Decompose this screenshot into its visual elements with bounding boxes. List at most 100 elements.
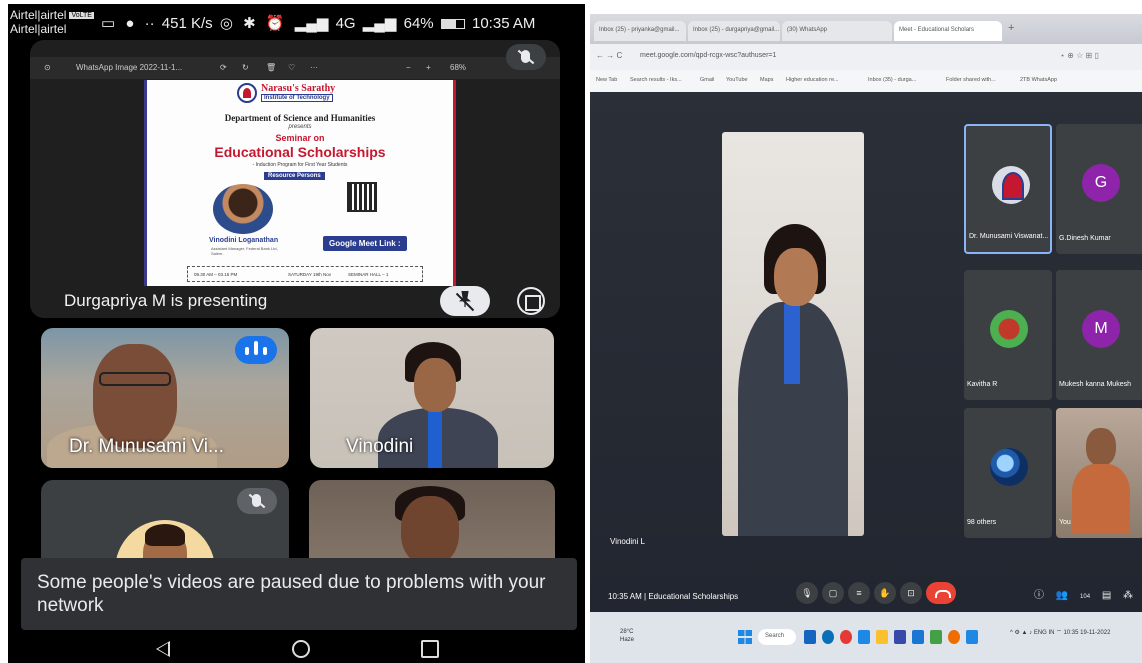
fullscreen-button[interactable] [517,287,545,315]
more-notifications-icon: ·· [144,15,155,32]
poster-department: Department of Science and Humanities [224,113,376,123]
screen-share-view[interactable]: ⊙ WhatsApp Image 2022-11-1... ⟳ ↻ 🗑 ♡ ··… [30,40,560,318]
participant-tile-mukesh[interactable]: M Mukesh kanna Mukesh [1056,270,1142,400]
carrier-line-2: Airtel|airtel [10,22,67,36]
mic-icon[interactable]: 🎙 [796,582,818,604]
poster-institution-sub: Institute of Technology [261,94,333,102]
video-person-face [774,248,818,306]
app-icon[interactable] [930,630,942,644]
carrier-name: Airtel|airtel [10,8,67,22]
teams-icon[interactable] [966,630,978,644]
bookmark-item[interactable]: Folder shared with... [946,77,996,83]
poster-seminar-on: Seminar on [275,133,325,143]
chrome-profile-icon[interactable] [948,630,960,644]
browser-tab-active[interactable]: Meet - Educational Scholars [894,21,1002,41]
people-icon[interactable]: 👥 [1056,590,1068,601]
store-icon[interactable] [858,630,870,644]
url-text: meet.google.com/qpd-rcgx-wsc?authuser=1 [640,52,777,59]
speaker-photo [213,184,273,234]
bookmark-item[interactable]: Gmail [700,77,714,83]
seminar-poster: Narasu's Sarathy Institute of Technology… [144,80,456,302]
more-icon: ··· [310,63,318,72]
bookmark-item[interactable]: Search results - Iks... [630,77,682,83]
folder-icon[interactable] [876,630,888,644]
signal-icon-2: ▂▄▆ [362,15,397,32]
meeting-info: 10:35 AM | Educational Scholarships [608,592,739,601]
participant-tile-kavitha[interactable]: Kavitha R [964,270,1052,400]
video-person-lanyard [784,304,800,384]
participant-tile-self[interactable]: You [1056,408,1142,538]
screenshot-canvas: Airtel|airtel VoLTE Airtel|airtel ▭ ● ·· … [0,0,1142,663]
browser-action-icons[interactable]: ⋆ ⊕ ☆ ⊞ ▯ [1060,51,1099,60]
participant-tile-dinesh[interactable]: G G.Dinesh Kumar [1056,124,1142,254]
poster-resource-persons: Resource Persons [264,172,325,180]
taskbar-clock[interactable]: 10:35 [1063,630,1078,636]
word-icon[interactable] [894,630,906,644]
poster-institution: Narasu's Sarathy [261,83,336,94]
weather-desc: Haze [620,637,635,643]
tray-icons[interactable]: ^ ⚙ ▲ ♪ [1010,630,1034,636]
nav-arrows-icon[interactable]: ← → C [596,51,622,60]
chat-icon[interactable]: ▤ [1102,590,1111,601]
bookmark-item[interactable]: Maps [760,77,773,83]
back-icon[interactable] [156,641,170,657]
message-icon: ▭ [101,15,116,32]
college-logo-avatar [992,166,1030,204]
bookmark-item[interactable]: YouTube [726,77,748,83]
app-notification-icon: ● [125,15,135,32]
participant-tile-munusami[interactable]: Dr. Munusami Vi... [41,328,289,468]
laptop-meet-photo: Inbox (25) - priyanka@gmail... Inbox (25… [590,14,1142,663]
captions-icon[interactable]: ≡ [848,582,870,604]
participant-tile-munusami[interactable]: Dr. Munusami Viswanat... [964,124,1052,254]
windows-start-icon[interactable] [738,630,752,644]
college-logo-icon [237,83,257,103]
avatar: M [1082,310,1120,348]
participant-name: 98 others [967,519,997,526]
edge-icon[interactable] [822,630,834,644]
activities-icon[interactable]: ⁂ [1123,590,1133,601]
leave-call-button[interactable] [926,582,956,604]
mail-icon[interactable] [912,630,924,644]
browser-tab[interactable]: Inbox (25) - durgapriya@gmail... [688,21,780,41]
favorite-icon: ♡ [288,63,296,72]
present-icon[interactable]: ⊡ [900,582,922,604]
bookmark-item[interactable]: Higher education re... [786,77,839,83]
rotate-icon: ⟳ [220,63,227,72]
unpin-button[interactable] [440,286,490,316]
poster-presents: presents [288,124,312,130]
browser-tab[interactable]: (30) WhatsApp [782,21,892,41]
poster-title: Educational Scholarships [214,144,386,160]
poster-venue: SEMINAR HALL – 1 [348,272,389,277]
bookmark-item[interactable]: New Tab [596,77,617,83]
weather-widget[interactable]: 28°C Haze [620,628,634,644]
poster-schedule: 09.30 AM – 03.15 PM SATURDAY 19th Nov SE… [187,266,423,282]
video-person-face [414,358,456,412]
recent-apps-icon[interactable] [421,640,439,658]
participant-tile-others[interactable]: 98 others [964,408,1052,538]
new-tab-icon[interactable]: + [1008,22,1014,34]
participant-name: Kavitha R [967,381,998,388]
info-icon[interactable]: ⓘ [1034,590,1044,601]
taskbar-search[interactable]: Search [758,629,796,645]
language-indicator[interactable]: ENG IN [1034,630,1055,636]
raise-hand-icon[interactable]: ✋ [874,582,896,604]
battery-icon [440,19,465,30]
bookmark-item[interactable]: 2TB WhatsApp [1020,77,1057,83]
battery-percent: 64% [403,15,434,32]
speaking-indicator-icon [235,336,277,364]
address-bar[interactable]: ← → C meet.google.com/qpd-rcgx-wsc?authu… [590,44,1142,70]
video-person-glasses [99,372,171,386]
participant-count: 104 [1080,594,1091,600]
status-icons: ▭ ● ·· 451 K/s ◎ ✱ ⏰ ▂▄▆ 4G ▂▄▆ 64% 10:3… [98,14,535,32]
home-icon[interactable] [292,640,310,658]
participant-name: Vinodini [346,436,414,457]
bookmark-item[interactable]: Inbox (35) - durga... [868,77,916,83]
participant-tile-vinodini[interactable]: Vinodini [310,328,554,468]
taskbar-date: 19-11-2022 [1080,630,1111,636]
chrome-icon[interactable] [840,630,852,644]
participant-name: You [1059,519,1071,526]
browser-tab[interactable]: Inbox (25) - priyanka@gmail... [594,21,686,41]
main-speaker-video[interactable] [722,132,864,536]
camera-icon[interactable]: ▢ [822,582,844,604]
file-explorer-icon[interactable] [804,630,816,644]
